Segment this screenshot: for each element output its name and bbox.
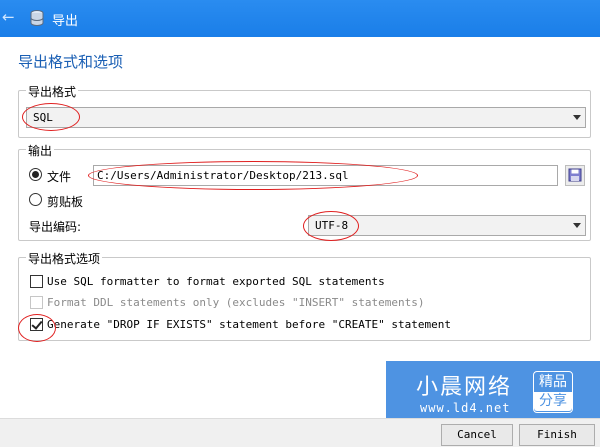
encoding-value: UTF-8 bbox=[315, 219, 349, 232]
clipboard-radio-label: 剪贴板 bbox=[47, 195, 84, 209]
format-options-legend: 导出格式选项 bbox=[26, 250, 103, 267]
file-radio[interactable] bbox=[29, 168, 42, 181]
drop-if-exists-checkbox[interactable] bbox=[30, 318, 43, 331]
drop-if-exists-label: Generate "DROP IF EXISTS" statement befo… bbox=[47, 318, 451, 331]
watermark-badge: 精品 分享 bbox=[533, 371, 573, 413]
page-heading: 导出格式和选项 bbox=[18, 53, 124, 71]
browse-save-button[interactable] bbox=[565, 165, 585, 186]
back-arrow-icon[interactable]: ← bbox=[2, 9, 18, 25]
chevron-down-icon bbox=[573, 223, 581, 228]
floppy-disk-icon bbox=[568, 168, 582, 182]
export-format-value: SQL bbox=[33, 111, 53, 124]
sql-formatter-checkbox[interactable] bbox=[30, 275, 43, 288]
database-icon bbox=[30, 10, 44, 26]
encoding-select[interactable]: UTF-8 bbox=[308, 215, 586, 236]
finish-button[interactable]: Finish bbox=[519, 424, 595, 446]
title-bar: ← 导出 bbox=[0, 0, 600, 37]
cancel-button[interactable]: Cancel bbox=[441, 424, 513, 446]
file-path-input[interactable]: C:/Users/Administrator/Desktop/213.sql bbox=[93, 165, 558, 186]
watermark-badge-line2: 分享 bbox=[534, 392, 572, 411]
encoding-label: 导出编码: bbox=[29, 220, 82, 234]
clipboard-radio[interactable] bbox=[29, 193, 42, 206]
watermark-url: www.ld4.net bbox=[420, 401, 511, 415]
file-radio-label: 文件 bbox=[47, 170, 72, 184]
watermark-logo: 小晨网络 www.ld4.net 精品 分享 bbox=[386, 361, 600, 424]
window-title: 导出 bbox=[52, 14, 79, 29]
watermark-name: 小晨网络 bbox=[416, 375, 513, 400]
chevron-down-icon bbox=[573, 115, 581, 120]
export-format-select[interactable]: SQL bbox=[26, 107, 586, 128]
watermark-badge-line1: 精品 bbox=[539, 374, 567, 390]
sql-formatter-label: Use SQL formatter to format exported SQL… bbox=[47, 275, 385, 288]
ddl-only-checkbox bbox=[30, 296, 43, 309]
output-legend: 输出 bbox=[26, 142, 55, 159]
ddl-only-label: Format DDL statements only (excludes "IN… bbox=[47, 296, 425, 309]
dialog-footer: Cancel Finish bbox=[0, 418, 600, 447]
export-format-legend: 导出格式 bbox=[26, 83, 79, 100]
